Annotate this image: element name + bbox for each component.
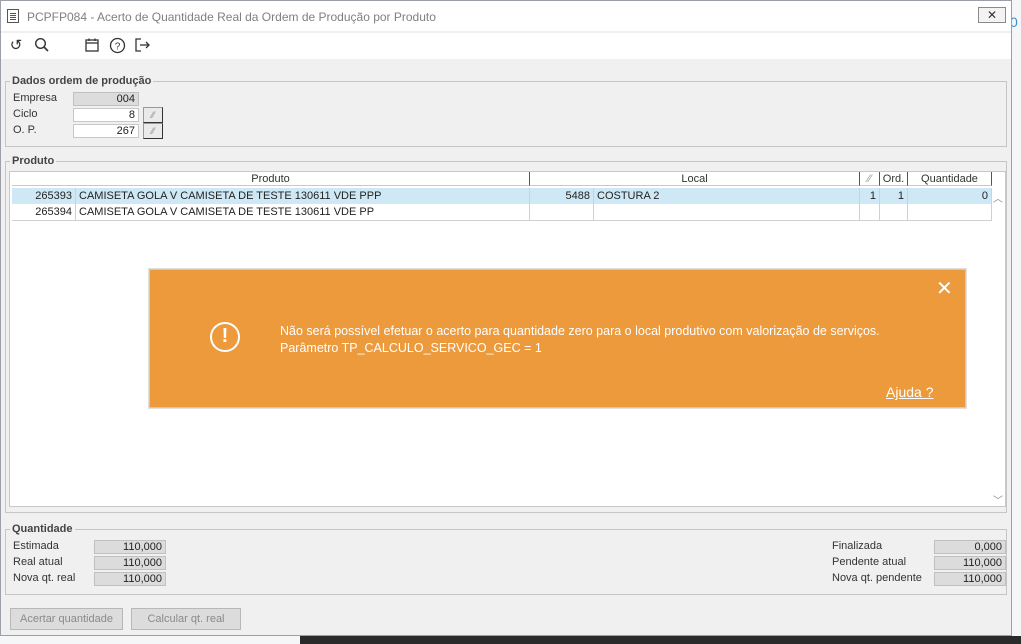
- toolbar: ↺ ?: [1, 33, 1011, 59]
- nova-real-field: 110,000: [94, 572, 166, 586]
- column-header-ord[interactable]: Ord.: [880, 172, 908, 186]
- row-flag: [860, 204, 880, 220]
- real-atual-label: Real atual: [13, 556, 63, 568]
- row-flag: 1: [860, 188, 880, 204]
- ordem-producao-legend: Dados ordem de produção: [12, 75, 152, 87]
- column-header-local[interactable]: Local: [530, 172, 860, 186]
- op-field[interactable]: 267: [73, 124, 139, 138]
- op-lookup-button[interactable]: ⁄⁄: [143, 123, 163, 139]
- acertar-quantidade-button[interactable]: Acertar quantidade: [10, 608, 123, 630]
- table-row[interactable]: 265393 CAMISETA GOLA V CAMISETA DE TESTE…: [12, 188, 992, 204]
- row-local-name: COSTURA 2: [594, 188, 860, 204]
- empresa-field: 004: [73, 92, 139, 106]
- toast-close-icon[interactable]: ✕: [936, 276, 953, 301]
- real-atual-field: 110,000: [94, 556, 166, 570]
- window-close-button[interactable]: ✕: [978, 7, 1006, 23]
- finalizada-field: 0,000: [934, 540, 1006, 554]
- ciclo-lookup-button[interactable]: ⁄⁄: [143, 107, 163, 123]
- toast-message: Não será possível efetuar o acerto para …: [280, 324, 880, 355]
- scroll-up-icon[interactable]: ︿: [993, 190, 1003, 205]
- row-ord: [880, 204, 908, 220]
- row-local-code: [530, 204, 594, 220]
- column-header-flag-icon[interactable]: ⁄⁄: [860, 172, 880, 186]
- estimada-field: 110,000: [94, 540, 166, 554]
- title-bar: PCPFP084 - Acerto de Quantidade Real da …: [1, 1, 1011, 31]
- quantidade-legend: Quantidade: [12, 523, 73, 535]
- help-icon[interactable]: ?: [108, 37, 126, 55]
- table-row[interactable]: 265394 CAMISETA GOLA V CAMISETA DE TESTE…: [12, 204, 992, 221]
- svg-text:?: ?: [114, 42, 120, 53]
- op-label: O. P.: [13, 124, 37, 136]
- row-quantidade[interactable]: [908, 204, 992, 220]
- background-taskbar-fragment: [300, 636, 1021, 644]
- alert-circle-icon: !: [210, 322, 240, 352]
- calcular-qt-real-button[interactable]: Calcular qt. real: [131, 608, 241, 630]
- row-product-code: 265394: [12, 204, 76, 220]
- row-quantidade[interactable]: 0: [908, 188, 992, 204]
- estimada-label: Estimada: [13, 540, 59, 552]
- pendente-field: 110,000: [934, 556, 1006, 570]
- error-toast: ! ✕ Não será possível efetuar o acerto p…: [149, 269, 966, 408]
- column-header-produto[interactable]: Produto: [12, 172, 530, 186]
- calendar-icon[interactable]: [83, 37, 101, 55]
- nova-pendente-label: Nova qt. pendente: [832, 572, 922, 584]
- empresa-label: Empresa: [13, 92, 58, 104]
- nova-pendente-field: 110,000: [934, 572, 1006, 586]
- refresh-icon[interactable]: ↺: [7, 37, 25, 55]
- nova-real-label: Nova qt. real: [13, 572, 76, 584]
- produto-legend: Produto: [12, 155, 55, 167]
- ciclo-field[interactable]: 8: [73, 108, 139, 122]
- row-product-desc: CAMISETA GOLA V CAMISETA DE TESTE 130611…: [76, 188, 530, 204]
- exit-icon[interactable]: [133, 37, 151, 55]
- document-icon: [7, 9, 19, 23]
- finalizada-label: Finalizada: [832, 540, 883, 552]
- main-window: PCPFP084 - Acerto de Quantidade Real da …: [0, 0, 1012, 636]
- row-product-desc: CAMISETA GOLA V CAMISETA DE TESTE 130611…: [76, 204, 530, 220]
- column-header-quantidade[interactable]: Quantidade: [908, 172, 992, 186]
- row-local-name: [594, 204, 860, 220]
- window-title: PCPFP084 - Acerto de Quantidade Real da …: [27, 10, 436, 24]
- search-icon[interactable]: [33, 37, 51, 55]
- ciclo-label: Ciclo: [13, 108, 38, 120]
- scroll-down-icon[interactable]: ﹀: [993, 492, 1003, 507]
- pendente-label: Pendente atual: [832, 556, 907, 568]
- row-local-code: 5488: [530, 188, 594, 204]
- row-product-code: 265393: [12, 188, 76, 204]
- toast-help-link[interactable]: Ajuda ?: [886, 384, 933, 400]
- row-ord: 1: [880, 188, 908, 204]
